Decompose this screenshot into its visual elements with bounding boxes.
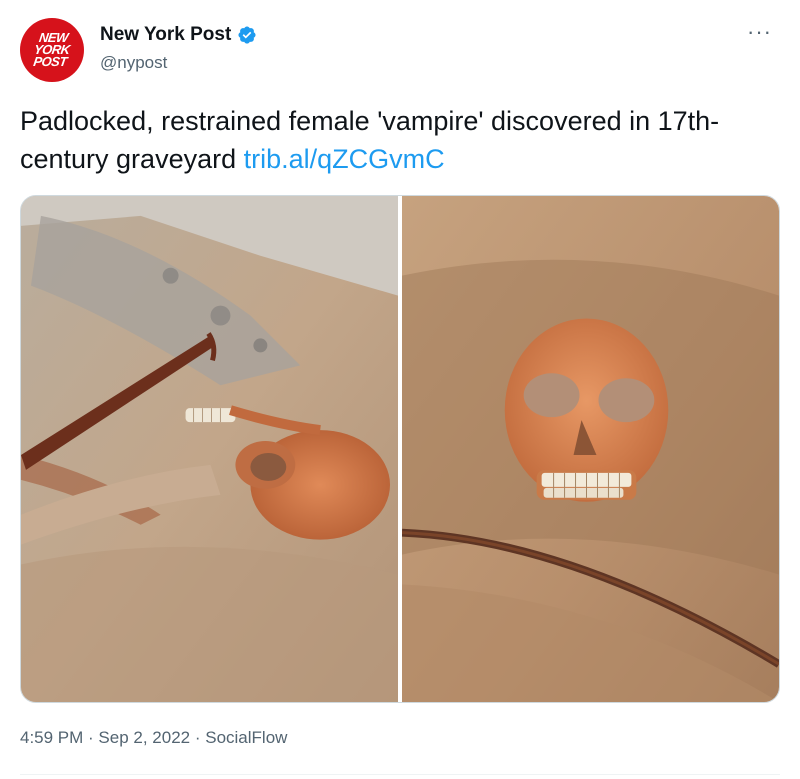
verified-badge-icon [238,26,256,44]
media-grid [20,195,780,703]
nypost-logo: NEW YORK POST [32,30,71,69]
photo-skull-front[interactable] [402,196,779,702]
photo-skeleton-sickle-image [21,196,398,702]
avatar[interactable]: NEW YORK POST [20,18,84,82]
more-options-icon[interactable]: ··· [747,21,772,43]
tweet-meta: 4:59 PM · Sep 2, 2022 · SocialFlow [20,728,287,748]
tweet-text: Padlocked, restrained female 'vampire' d… [20,102,780,178]
author-handle[interactable]: @nypost [100,53,167,73]
tweet-source[interactable]: SocialFlow [205,728,287,747]
tweet-date[interactable]: Sep 2, 2022 [98,728,190,747]
meta-separator: · [83,728,99,747]
tweet-time[interactable]: 4:59 PM [20,728,83,747]
author-name-row: New York Post [100,24,257,46]
tweet-link[interactable]: trib.al/qZCGvmC [244,144,445,174]
divider [20,774,780,775]
photo-skull-front-image [402,196,779,702]
meta-separator: · [190,728,206,747]
photo-skeleton-sickle[interactable] [21,196,398,702]
author-display-name[interactable]: New York Post [100,24,231,46]
